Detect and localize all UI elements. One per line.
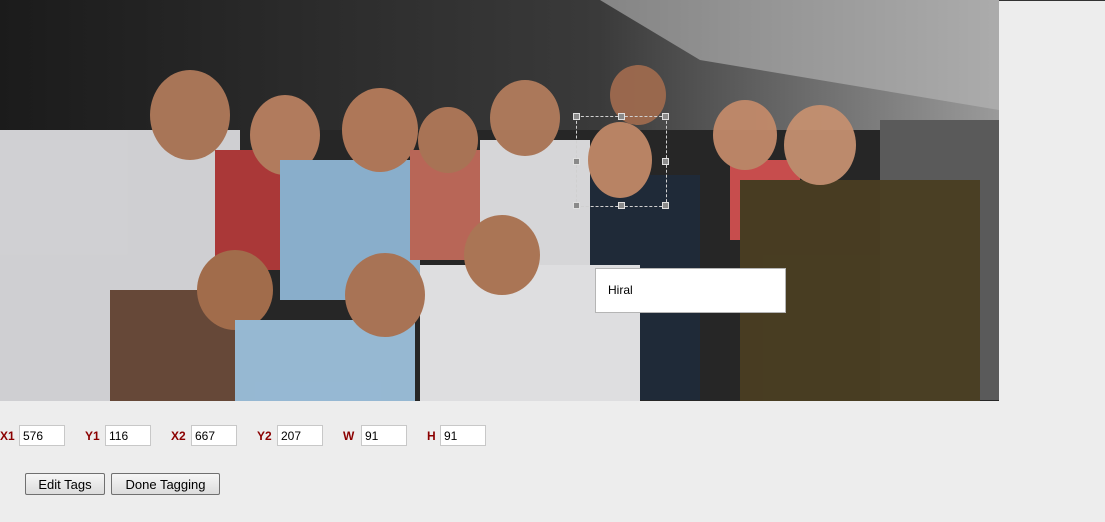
group-photo[interactable]: Hiral xyxy=(0,0,999,401)
tag-name-text: Hiral xyxy=(608,283,633,297)
top-divider xyxy=(999,0,1105,1)
y2-label: Y2 xyxy=(257,429,272,443)
resize-handle-w[interactable] xyxy=(573,158,580,165)
resize-handle-se[interactable] xyxy=(662,202,669,209)
photo-image xyxy=(0,0,999,401)
resize-handle-sw[interactable] xyxy=(573,202,580,209)
y1-label: Y1 xyxy=(85,429,100,443)
done-tagging-button[interactable]: Done Tagging xyxy=(111,473,220,495)
resize-handle-n[interactable] xyxy=(618,113,625,120)
tag-name-box[interactable]: Hiral xyxy=(595,268,786,313)
resize-handle-s[interactable] xyxy=(618,202,625,209)
x2-input[interactable] xyxy=(191,425,237,446)
resize-handle-nw[interactable] xyxy=(573,113,580,120)
x1-input[interactable] xyxy=(19,425,65,446)
face-selection-box[interactable] xyxy=(573,113,669,209)
y1-input[interactable] xyxy=(105,425,151,446)
resize-handle-e[interactable] xyxy=(662,158,669,165)
x1-label: X1 xyxy=(0,429,15,443)
coordinate-fields: X1 Y1 X2 Y2 W H xyxy=(0,425,520,447)
w-input[interactable] xyxy=(361,425,407,446)
resize-handle-ne[interactable] xyxy=(662,113,669,120)
h-input[interactable] xyxy=(440,425,486,446)
edit-tags-button[interactable]: Edit Tags xyxy=(25,473,105,495)
y2-input[interactable] xyxy=(277,425,323,446)
x2-label: X2 xyxy=(171,429,186,443)
h-label: H xyxy=(427,429,436,443)
w-label: W xyxy=(343,429,355,443)
